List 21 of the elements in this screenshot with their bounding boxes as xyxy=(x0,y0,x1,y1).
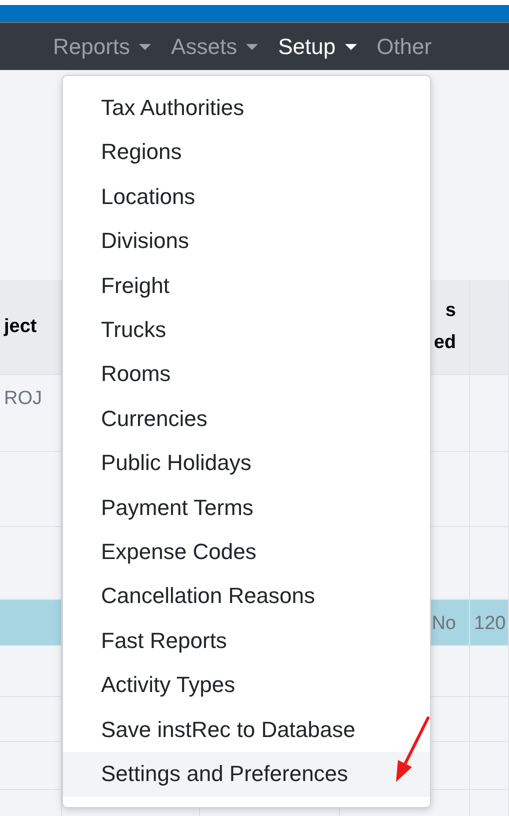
menu-item[interactable]: Currencies xyxy=(63,396,246,442)
nav-link[interactable]: Setup xyxy=(278,30,357,63)
menu-item[interactable]: Rooms xyxy=(63,352,209,397)
nav-link[interactable]: Reports xyxy=(53,30,152,63)
nav-link[interactable]: Other xyxy=(376,30,432,63)
menu-item[interactable]: Freight xyxy=(63,264,208,308)
nav-link[interactable]: Assets xyxy=(171,30,258,63)
menu-item[interactable]: Divisions xyxy=(63,219,228,264)
menu-item[interactable]: Tax Authorities xyxy=(63,86,282,130)
table-cell: 120 xyxy=(470,600,509,646)
menu-item[interactable]: Activity Types xyxy=(63,663,274,708)
menu-item[interactable]: Locations xyxy=(63,174,234,220)
menu-item[interactable]: Save instRec to Database xyxy=(63,708,394,752)
menu-item[interactable]: Payment Terms xyxy=(63,486,292,530)
menu-item[interactable]: Fast Reports xyxy=(63,618,265,664)
menu-item[interactable]: Settings and Preferences xyxy=(63,752,430,796)
menu-item[interactable]: Trucks xyxy=(63,308,204,352)
menu-item[interactable]: Expense Codes xyxy=(63,530,294,574)
table-cell xyxy=(470,646,509,697)
menu-item[interactable]: Regions xyxy=(63,130,220,175)
menu-item[interactable]: Public Holidays xyxy=(63,441,290,486)
